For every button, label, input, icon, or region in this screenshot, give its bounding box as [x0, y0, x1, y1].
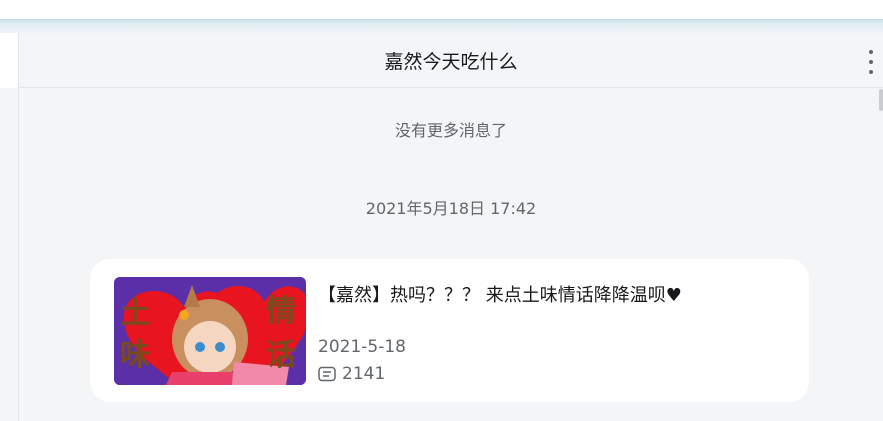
video-date: 2021-5-18 — [318, 337, 406, 357]
scrollbar-thumb[interactable] — [879, 89, 883, 111]
cover-char: 情 — [266, 294, 296, 329]
chat-header: 嘉然今天吃什么 — [19, 33, 883, 88]
chat-panel: 嘉然今天吃什么 没有更多消息了 2021年5月18日 17:42 土 味 情 话… — [19, 33, 883, 421]
video-stats: 2141 — [318, 363, 385, 385]
message-timestamp: 2021年5月18日 17:42 — [365, 199, 537, 218]
video-share-card[interactable]: 土 味 情 话 【嘉然】热吗？？？ 来点土味情话降降温呗♥ 2021-5-18 … — [90, 259, 809, 402]
danmaku-icon — [318, 366, 336, 382]
danmaku-count: 2141 — [342, 364, 386, 384]
video-title[interactable]: 【嘉然】热吗？？？ 来点土味情话降降温呗♥ — [318, 281, 682, 307]
no-more-messages: 没有更多消息了 — [394, 121, 507, 140]
conversation-list-item[interactable] — [0, 33, 18, 88]
cover-char: 土 — [120, 296, 150, 331]
cover-char: 味 — [120, 338, 150, 373]
conversation-list-item[interactable] — [0, 89, 18, 205]
cover-artwork: 土 味 情 话 — [114, 277, 306, 385]
conversation-list-panel — [0, 33, 19, 421]
cover-char: 话 — [266, 338, 296, 373]
video-cover-image[interactable]: 土 味 情 话 — [114, 277, 306, 385]
more-vertical-icon[interactable] — [863, 48, 879, 76]
chat-title: 嘉然今天吃什么 — [384, 51, 518, 73]
top-divider — [0, 19, 883, 33]
